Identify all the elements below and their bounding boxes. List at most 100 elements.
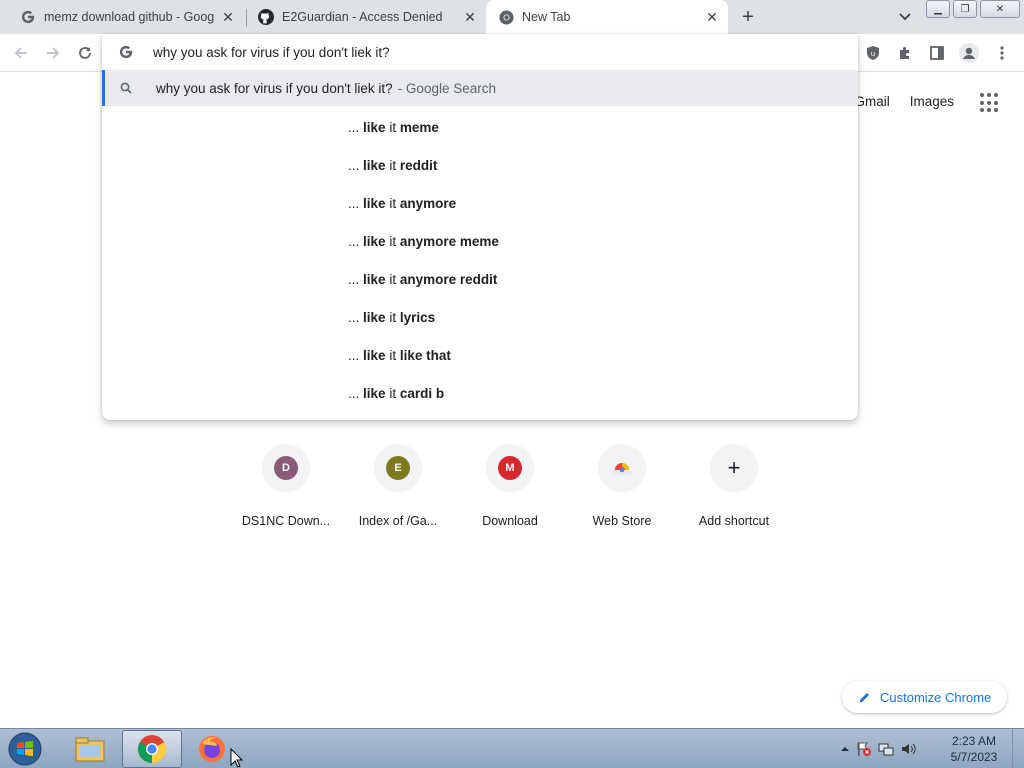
kebab-menu-icon[interactable] — [991, 42, 1013, 64]
suggestion-match: like — [363, 195, 386, 211]
suggestion-prefix: ... — [348, 119, 360, 135]
minimize-button[interactable]: ▁ — [926, 0, 950, 18]
customize-chrome-button[interactable]: Customize Chrome — [842, 681, 1008, 713]
chevron-up-icon[interactable] — [840, 744, 850, 754]
suggestion-completion: like that — [399, 347, 451, 363]
suggestion-suffix: - Google Search — [397, 80, 496, 96]
plus-icon: + — [727, 455, 741, 480]
windows-logo-icon — [8, 732, 42, 766]
explorer-taskbar-button[interactable] — [60, 730, 120, 768]
tab-e2guardian[interactable]: E2Guardian - Access Denied ✕ — [238, 0, 486, 34]
volume-icon[interactable] — [900, 741, 916, 757]
tab-google-search[interactable]: memz download github - Google ✕ — [0, 0, 244, 34]
shortcut-tile[interactable]: E Index of /Ga... — [342, 444, 454, 528]
suggestion-plain: it — [389, 347, 397, 363]
web-store-icon — [613, 463, 631, 475]
network-icon[interactable] — [878, 741, 894, 757]
images-link[interactable]: Images — [910, 94, 954, 109]
profile-avatar-icon[interactable] — [958, 42, 980, 64]
shortcut-tile[interactable]: M Download — [454, 444, 566, 528]
suggestion-item[interactable]: ... like it like that — [348, 336, 451, 374]
suggestion-item[interactable]: ... like it anymore meme — [348, 222, 499, 260]
suggestion-plain: it — [389, 385, 397, 401]
shortcut-icon-bg: + — [710, 444, 758, 492]
suggestion-plain: it — [389, 233, 397, 249]
suggestion-prefix: ... — [348, 385, 360, 401]
gmail-link[interactable]: Gmail — [854, 94, 889, 109]
shortcut-icon-bg: D — [262, 444, 310, 492]
suggestion-match: like — [363, 157, 386, 173]
suggestion-match: like — [363, 385, 386, 401]
suggestion-item[interactable]: ... like it reddit — [348, 146, 437, 184]
restore-button[interactable]: ❐ — [953, 0, 977, 18]
reload-button[interactable] — [74, 42, 96, 64]
suggestion-item[interactable]: ... like it lyrics — [348, 298, 435, 336]
suggestion-item[interactable]: ... like it anymore reddit — [348, 260, 497, 298]
shortcut-label: Web Store — [592, 514, 652, 528]
suggestion-query: why you ask for virus if you don't liek … — [156, 80, 393, 96]
shortcut-label: Download — [482, 514, 538, 528]
mouse-cursor-icon — [230, 748, 244, 768]
add-shortcut-tile[interactable]: + Add shortcut — [678, 444, 790, 528]
shortcut-tile[interactable]: Web Store — [566, 444, 678, 528]
close-icon[interactable]: ✕ — [704, 9, 720, 25]
shortcut-icon-bg: M — [486, 444, 534, 492]
suggestion-item[interactable]: ... like it cardi b — [348, 374, 444, 412]
firefox-icon — [199, 736, 225, 762]
shortcut-tile[interactable]: D DS1NC Down... — [230, 444, 342, 528]
chrome-icon — [498, 9, 514, 25]
suggestion-match: like — [363, 309, 386, 325]
close-window-button[interactable]: ✕ — [980, 0, 1020, 18]
suggestion-item[interactable]: ... like it anymore — [348, 184, 456, 222]
tab-new-tab[interactable]: New Tab ✕ — [486, 0, 728, 34]
windows-taskbar: 2:23 AM 5/7/2023 — [0, 728, 1024, 768]
omnibox-text[interactable]: why you ask for virus if you don't liek … — [153, 45, 390, 60]
taskbar-clock[interactable]: 2:23 AM 5/7/2023 — [944, 733, 1004, 765]
tab-title: memz download github - Google — [44, 10, 214, 24]
google-icon — [118, 44, 134, 60]
tab-search-button[interactable] — [894, 6, 916, 28]
close-icon[interactable]: ✕ — [220, 9, 236, 25]
omnibox-input[interactable]: why you ask for virus if you don't liek … — [102, 34, 858, 70]
show-desktop-button[interactable] — [1012, 729, 1024, 768]
selected-suggestion[interactable]: why you ask for virus if you don't liek … — [102, 70, 858, 106]
shortcut-label: Add shortcut — [698, 514, 770, 528]
tab-title: E2Guardian - Access Denied — [282, 10, 443, 24]
start-button[interactable] — [6, 731, 44, 767]
google-apps-icon[interactable] — [980, 93, 1000, 113]
clock-date: 5/7/2023 — [950, 750, 998, 764]
ublock-extension-icon[interactable]: u — [862, 42, 884, 64]
suggestion-prefix: ... — [348, 233, 360, 249]
arrow-left-icon — [14, 47, 27, 59]
suggestion-plain: it — [389, 309, 397, 325]
shortcut-letter-icon: E — [386, 456, 410, 480]
window-controls: ▁ ❐ ✕ — [926, 0, 1023, 18]
suggestion-completion: meme — [399, 119, 439, 135]
suggestion-completion: cardi b — [399, 385, 445, 401]
suggestion-match: like — [363, 119, 386, 135]
suggestion-prefix: ... — [348, 347, 360, 363]
suggestion-completion: lyrics — [399, 309, 436, 325]
chrome-taskbar-button[interactable] — [122, 730, 182, 768]
pencil-icon — [860, 693, 869, 702]
suggestion-match: like — [363, 347, 386, 363]
arrow-right-icon — [47, 47, 60, 59]
shortcut-label: DS1NC Down... — [241, 514, 331, 528]
suggestion-prefix: ... — [348, 271, 360, 287]
shortcut-label: Index of /Ga... — [358, 514, 438, 528]
forward-button[interactable] — [42, 42, 64, 64]
suggestion-item[interactable]: ... like it meme — [348, 108, 439, 146]
back-button[interactable] — [10, 42, 32, 64]
suggestion-match: like — [363, 271, 386, 287]
close-icon[interactable]: ✕ — [462, 9, 478, 25]
suggestion-prefix: ... — [348, 309, 360, 325]
search-icon — [118, 80, 134, 96]
action-center-flag-icon[interactable] — [856, 741, 872, 757]
suggestion-plain: it — [389, 157, 397, 173]
tab-strip: memz download github - Google ✕ E2Guardi… — [0, 0, 1024, 34]
side-panel-icon[interactable] — [926, 42, 948, 64]
suggestion-prefix: ... — [348, 157, 360, 173]
extensions-puzzle-icon[interactable] — [894, 42, 916, 64]
suggestion-plain: it — [389, 119, 397, 135]
new-tab-button[interactable]: + — [736, 5, 760, 29]
